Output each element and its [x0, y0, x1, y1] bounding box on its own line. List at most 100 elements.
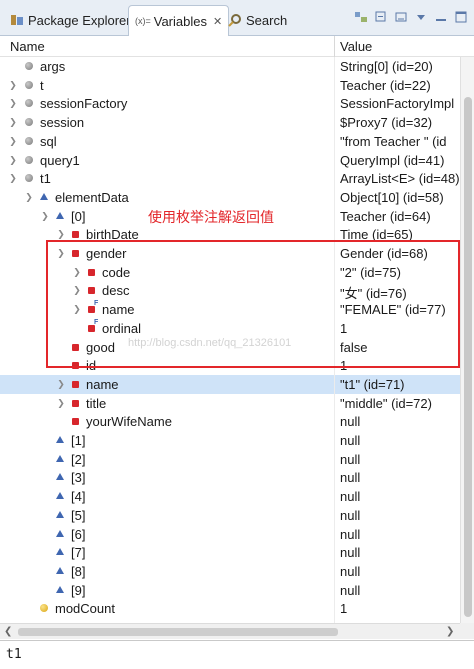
watermark-text: http://blog.csdn.net/qq_21326101: [128, 337, 292, 349]
tree-row-element-3[interactable]: [3] null: [0, 468, 460, 487]
expand-arrow-icon[interactable]: ❯: [8, 136, 18, 146]
column-header: Name Value: [0, 36, 474, 57]
vertical-scroll-thumb[interactable]: [464, 97, 472, 617]
private-field-icon: [88, 268, 95, 276]
horizontal-scroll-thumb[interactable]: [18, 628, 338, 636]
array-element-icon: [56, 436, 64, 443]
expand-arrow-icon[interactable]: ❯: [72, 304, 82, 314]
scrollbar-corner: [460, 623, 474, 639]
array-element-icon: [56, 510, 64, 518]
private-field-icon: [72, 250, 79, 257]
tree-row-code[interactable]: ❯ code "2" (id=75): [0, 263, 460, 282]
column-header-value[interactable]: Value: [340, 39, 372, 54]
tab-package-explorer[interactable]: Package Explorer: [4, 6, 137, 34]
final-private-field-icon: [88, 306, 95, 314]
tree-row-yourwifename[interactable]: yourWifeName null: [0, 412, 460, 431]
expand-arrow-icon[interactable]: ❯: [8, 80, 18, 90]
private-field-icon: [88, 287, 95, 295]
detail-text: t1: [6, 647, 22, 662]
tree-row-title[interactable]: ❯ title "middle" (id=72): [0, 394, 460, 413]
expand-arrow-icon[interactable]: ❯: [56, 229, 66, 239]
tree-row-id[interactable]: id 1: [0, 356, 460, 375]
collapse-arrow-icon[interactable]: ❯: [24, 192, 34, 202]
private-field-icon: [72, 380, 79, 388]
local-variable-icon: [25, 136, 33, 145]
local-variable-icon: [25, 99, 33, 108]
tree-row-name-selected[interactable]: ❯ name "t1" (id=71): [0, 374, 460, 394]
private-field-icon: [72, 343, 79, 351]
local-variable-icon: [25, 118, 33, 127]
tree-row-element-5[interactable]: [5] null: [0, 506, 460, 525]
minimize-view-icon[interactable]: [434, 10, 448, 24]
detail-pane[interactable]: t1: [0, 640, 474, 669]
tree-row-sessionfactory[interactable]: ❯ sessionFactory SessionFactoryImpl: [0, 94, 460, 113]
tree-row-query1[interactable]: ❯ query1 QueryImpl (id=41): [0, 151, 460, 170]
expand-arrow-icon[interactable]: ❯: [72, 285, 82, 295]
tree-row-birthdate[interactable]: ❯ birthDate Time (id=65): [0, 225, 460, 244]
tree-row-element-1[interactable]: [1] null: [0, 431, 460, 450]
value-column-divider: [334, 57, 335, 623]
tab-search[interactable]: Search: [222, 6, 293, 34]
column-divider[interactable]: [334, 36, 335, 57]
expand-arrow-icon[interactable]: ❯: [8, 155, 18, 165]
scroll-right-icon[interactable]: ❯: [446, 626, 454, 637]
horizontal-scrollbar[interactable]: ❮ ❯: [0, 623, 460, 639]
tree-row-desc[interactable]: ❯ desc "女" (id=76): [0, 281, 460, 301]
expand-arrow-icon[interactable]: ❯: [8, 117, 18, 127]
maximize-view-icon[interactable]: [454, 10, 468, 24]
collapse-arrow-icon[interactable]: ❯: [56, 248, 66, 258]
close-icon[interactable]: ✕: [213, 15, 222, 28]
tree-row-t1[interactable]: ❯ t1 ArrayList<E> (id=48): [0, 169, 460, 188]
tree-row-element-7[interactable]: [7] null: [0, 543, 460, 562]
array-element-icon: [56, 548, 64, 556]
protected-field-icon: [40, 604, 48, 613]
array-element-icon: [56, 211, 64, 219]
tree-row-elementdata[interactable]: ❯ elementData Object[10] (id=58): [0, 188, 460, 207]
array-element-icon: [56, 566, 64, 574]
tree-row-session[interactable]: ❯ session $Proxy7 (id=32): [0, 113, 460, 132]
view-menu-icon[interactable]: [414, 10, 428, 24]
collapse-all-icon[interactable]: [374, 10, 388, 24]
local-variable-icon: [25, 174, 33, 183]
minimize-icon[interactable]: [394, 10, 408, 24]
private-field-icon: [72, 399, 79, 407]
final-private-field-icon: [88, 324, 95, 332]
tree-row-element-9[interactable]: [9] null: [0, 581, 460, 600]
tree-row-gender[interactable]: ❯ gender Gender (id=68): [0, 244, 460, 263]
expand-arrow-icon[interactable]: ❯: [56, 398, 66, 408]
array-element-icon: [56, 473, 64, 481]
expand-arrow-icon[interactable]: ❯: [8, 98, 18, 108]
private-field-icon: [72, 231, 79, 239]
tree-row-modcount[interactable]: modCount 1: [0, 599, 460, 618]
private-field-icon: [72, 362, 79, 370]
array-field-icon: [40, 192, 48, 200]
array-element-icon: [56, 585, 64, 593]
tab-variables[interactable]: (x)= Variables ✕: [128, 5, 230, 36]
tree-row-element-2[interactable]: [2] null: [0, 450, 460, 469]
collapse-arrow-icon[interactable]: ❯: [8, 173, 18, 183]
tree-row-element-6[interactable]: [6] null: [0, 525, 460, 544]
tree-row-sql[interactable]: ❯ sql "from Teacher " (id: [0, 132, 460, 151]
array-element-icon: [56, 492, 64, 500]
view-toolbar: [354, 10, 468, 24]
tree-row-ordinal[interactable]: F ordinal 1: [0, 319, 460, 338]
tree-row-element-4[interactable]: [4] null: [0, 487, 460, 506]
vertical-scrollbar[interactable]: [460, 57, 474, 623]
tree-row-t[interactable]: ❯ t Teacher (id=22): [0, 76, 460, 95]
tree-row-element-8[interactable]: [8] null: [0, 562, 460, 581]
final-marker-icon: F: [94, 318, 99, 326]
local-variable-icon: [25, 62, 33, 70]
show-type-names-icon[interactable]: [354, 10, 368, 24]
expand-arrow-icon[interactable]: ❯: [72, 267, 82, 277]
tree-row-enum-name[interactable]: ❯ F name "FEMALE" (id=77): [0, 300, 460, 319]
search-icon: [228, 13, 242, 27]
tree-row-args[interactable]: args String[0] (id=20): [0, 57, 460, 76]
collapse-arrow-icon[interactable]: ❯: [40, 211, 50, 221]
variables-icon: (x)=: [135, 16, 151, 26]
scroll-left-icon[interactable]: ❮: [4, 626, 12, 637]
view-tab-bar: Package Explorer (x)= Variables ✕ Search: [0, 0, 474, 36]
column-header-name[interactable]: Name: [10, 39, 45, 54]
expand-arrow-icon[interactable]: ❯: [56, 379, 66, 389]
local-variable-icon: [25, 80, 33, 89]
annotation-text: 使用枚举注解返回值: [148, 209, 274, 225]
